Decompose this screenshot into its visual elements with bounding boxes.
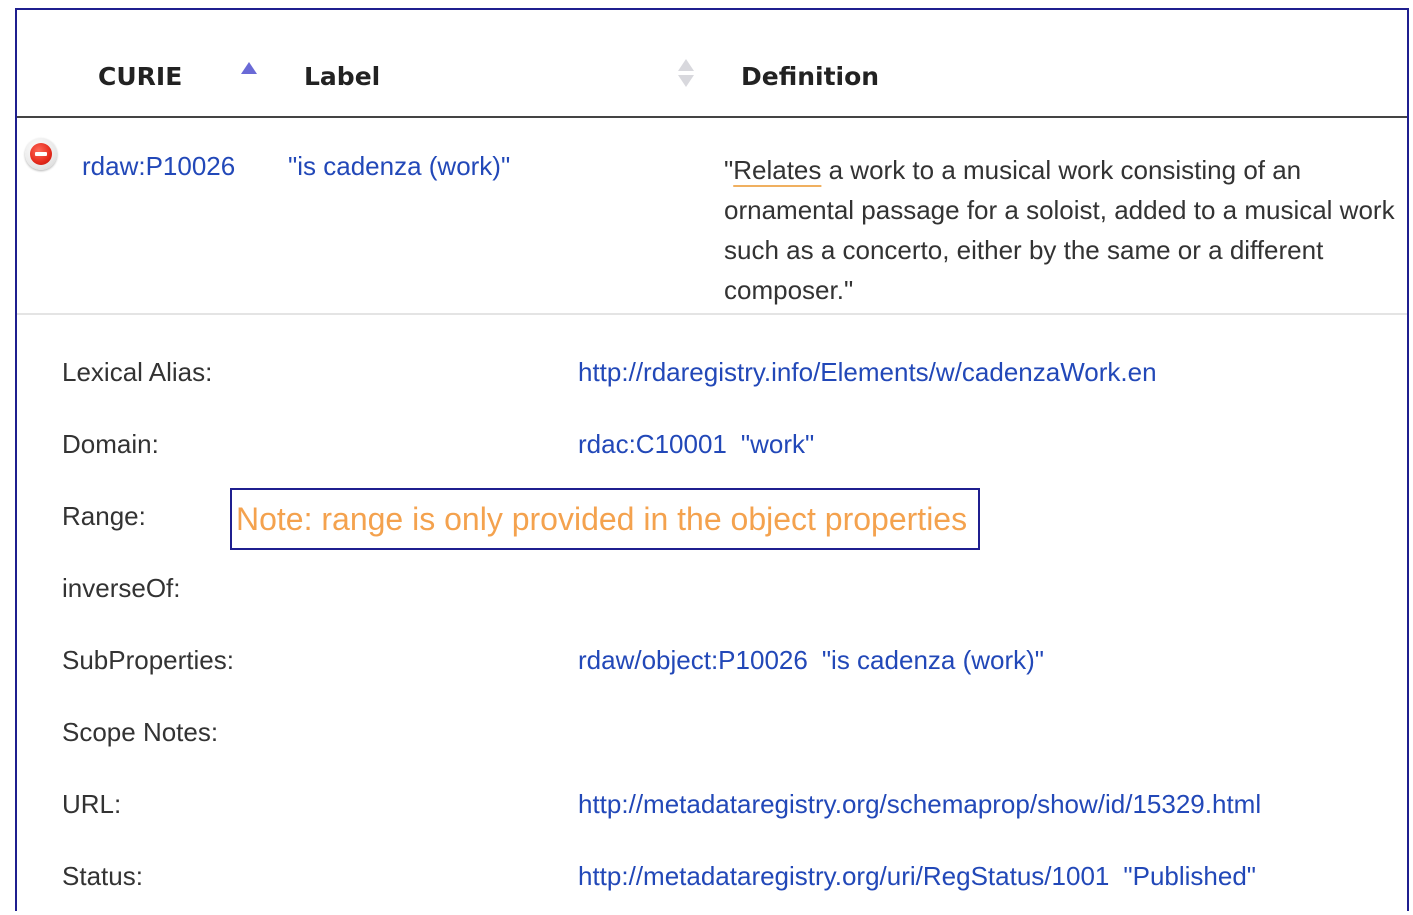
subproperty-curie-link[interactable]: rdaw/object:P10026 [578, 645, 808, 675]
table-header: CURIE Label Definition [17, 10, 1407, 118]
domain-label: Domain: [62, 429, 159, 459]
definition-text: a work to a musical work consisting of a… [724, 155, 1395, 305]
column-header-definition: Definition [741, 62, 880, 91]
row-definition: "Relates a work to a musical work consis… [724, 150, 1404, 310]
sort-ascending-icon[interactable] [241, 62, 257, 74]
subproperty-name-link[interactable]: "is cadenza (work)" [822, 645, 1044, 675]
range-label: Range: [62, 501, 146, 531]
definition-quote: " [724, 155, 734, 185]
table-row: rdaw:P10026 "is cadenza (work)" "Relates… [17, 118, 1407, 315]
row-curie-link[interactable]: rdaw:P10026 [82, 150, 235, 182]
sort-down-arrow-icon [678, 75, 694, 87]
property-details: Lexical Alias: http://rdaregistry.info/E… [17, 315, 1407, 915]
sort-both-icon[interactable] [677, 59, 695, 91]
domain-value: rdac:C10001 "work" [578, 428, 814, 460]
row-label-link[interactable]: "is cadenza (work)" [288, 150, 510, 182]
range-note-text: Note: range is only provided in the obje… [236, 501, 968, 537]
subproperties-value: rdaw/object:P10026 "is cadenza (work)" [578, 644, 1044, 676]
remove-circle-inner [30, 143, 52, 165]
url-link[interactable]: http://metadataregistry.org/schemaprop/s… [578, 788, 1261, 820]
status-value: http://metadataregistry.org/uri/RegStatu… [578, 860, 1256, 892]
scope-notes-label: Scope Notes: [62, 717, 219, 747]
lexical-alias-link[interactable]: http://rdaregistry.info/Elements/w/caden… [578, 356, 1157, 388]
column-header-curie[interactable]: CURIE [98, 62, 182, 92]
status-uri-link[interactable]: http://metadataregistry.org/uri/RegStatu… [578, 861, 1109, 891]
domain-name-link[interactable]: "work" [741, 429, 814, 459]
lexical-alias-label: Lexical Alias: [62, 357, 213, 387]
range-note-callout: Note: range is only provided in the obje… [230, 488, 980, 550]
definition-underlined-word: Relates [733, 155, 822, 185]
inverse-of-label: inverseOf: [62, 573, 181, 603]
status-label: Status: [62, 861, 143, 891]
remove-circle-icon[interactable] [25, 138, 57, 170]
sort-up-arrow-icon [678, 59, 694, 71]
subproperties-label: SubProperties: [62, 645, 234, 675]
domain-curie-link[interactable]: rdac:C10001 [578, 429, 727, 459]
column-header-label[interactable]: Label [304, 62, 380, 92]
property-table-panel: CURIE Label Definition rdaw:P10026 "is c… [15, 8, 1409, 911]
status-name-link[interactable]: "Published" [1123, 861, 1256, 891]
url-label: URL: [62, 789, 122, 819]
